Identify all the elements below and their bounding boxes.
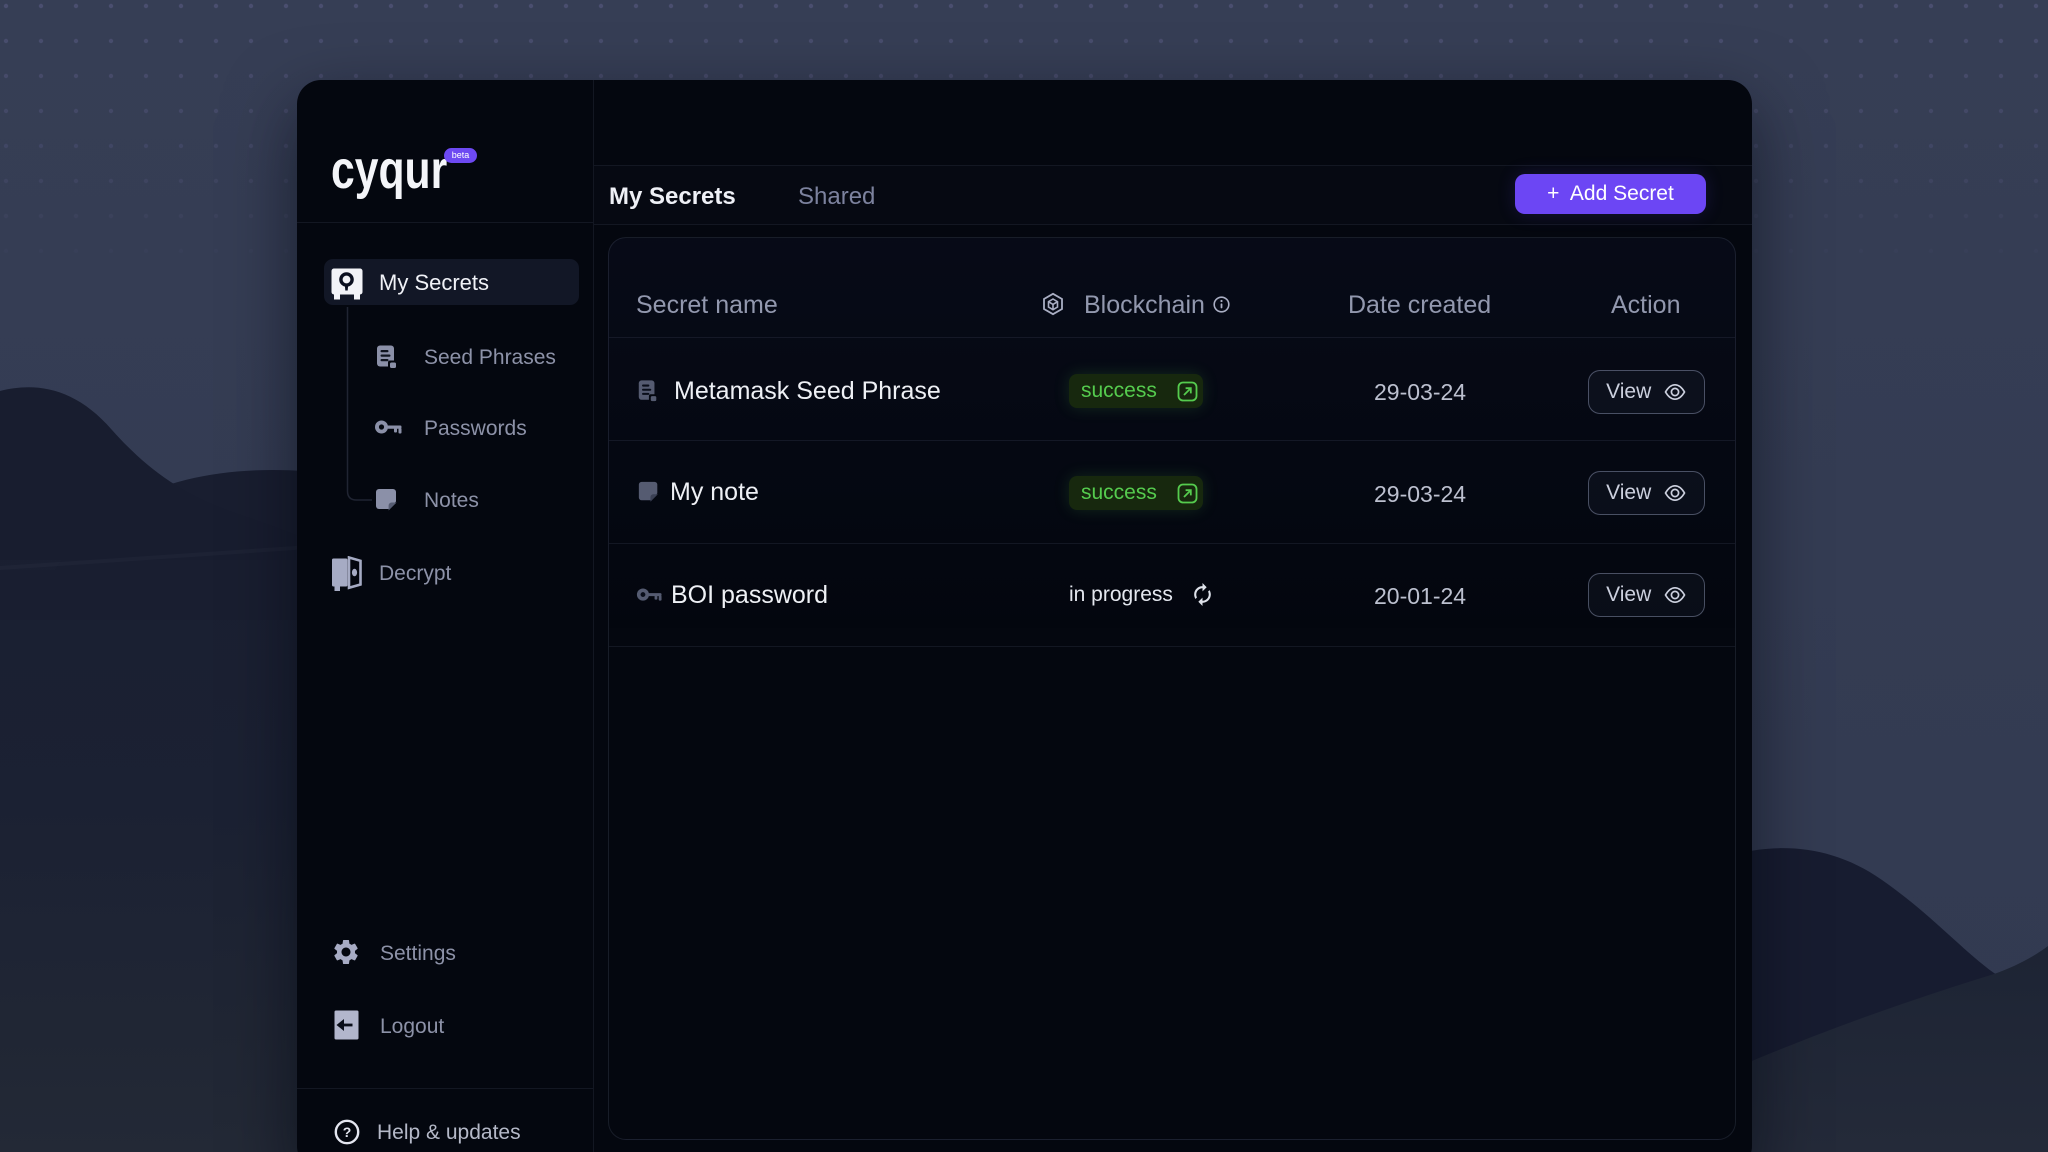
svg-text:?: ? <box>343 1124 352 1140</box>
